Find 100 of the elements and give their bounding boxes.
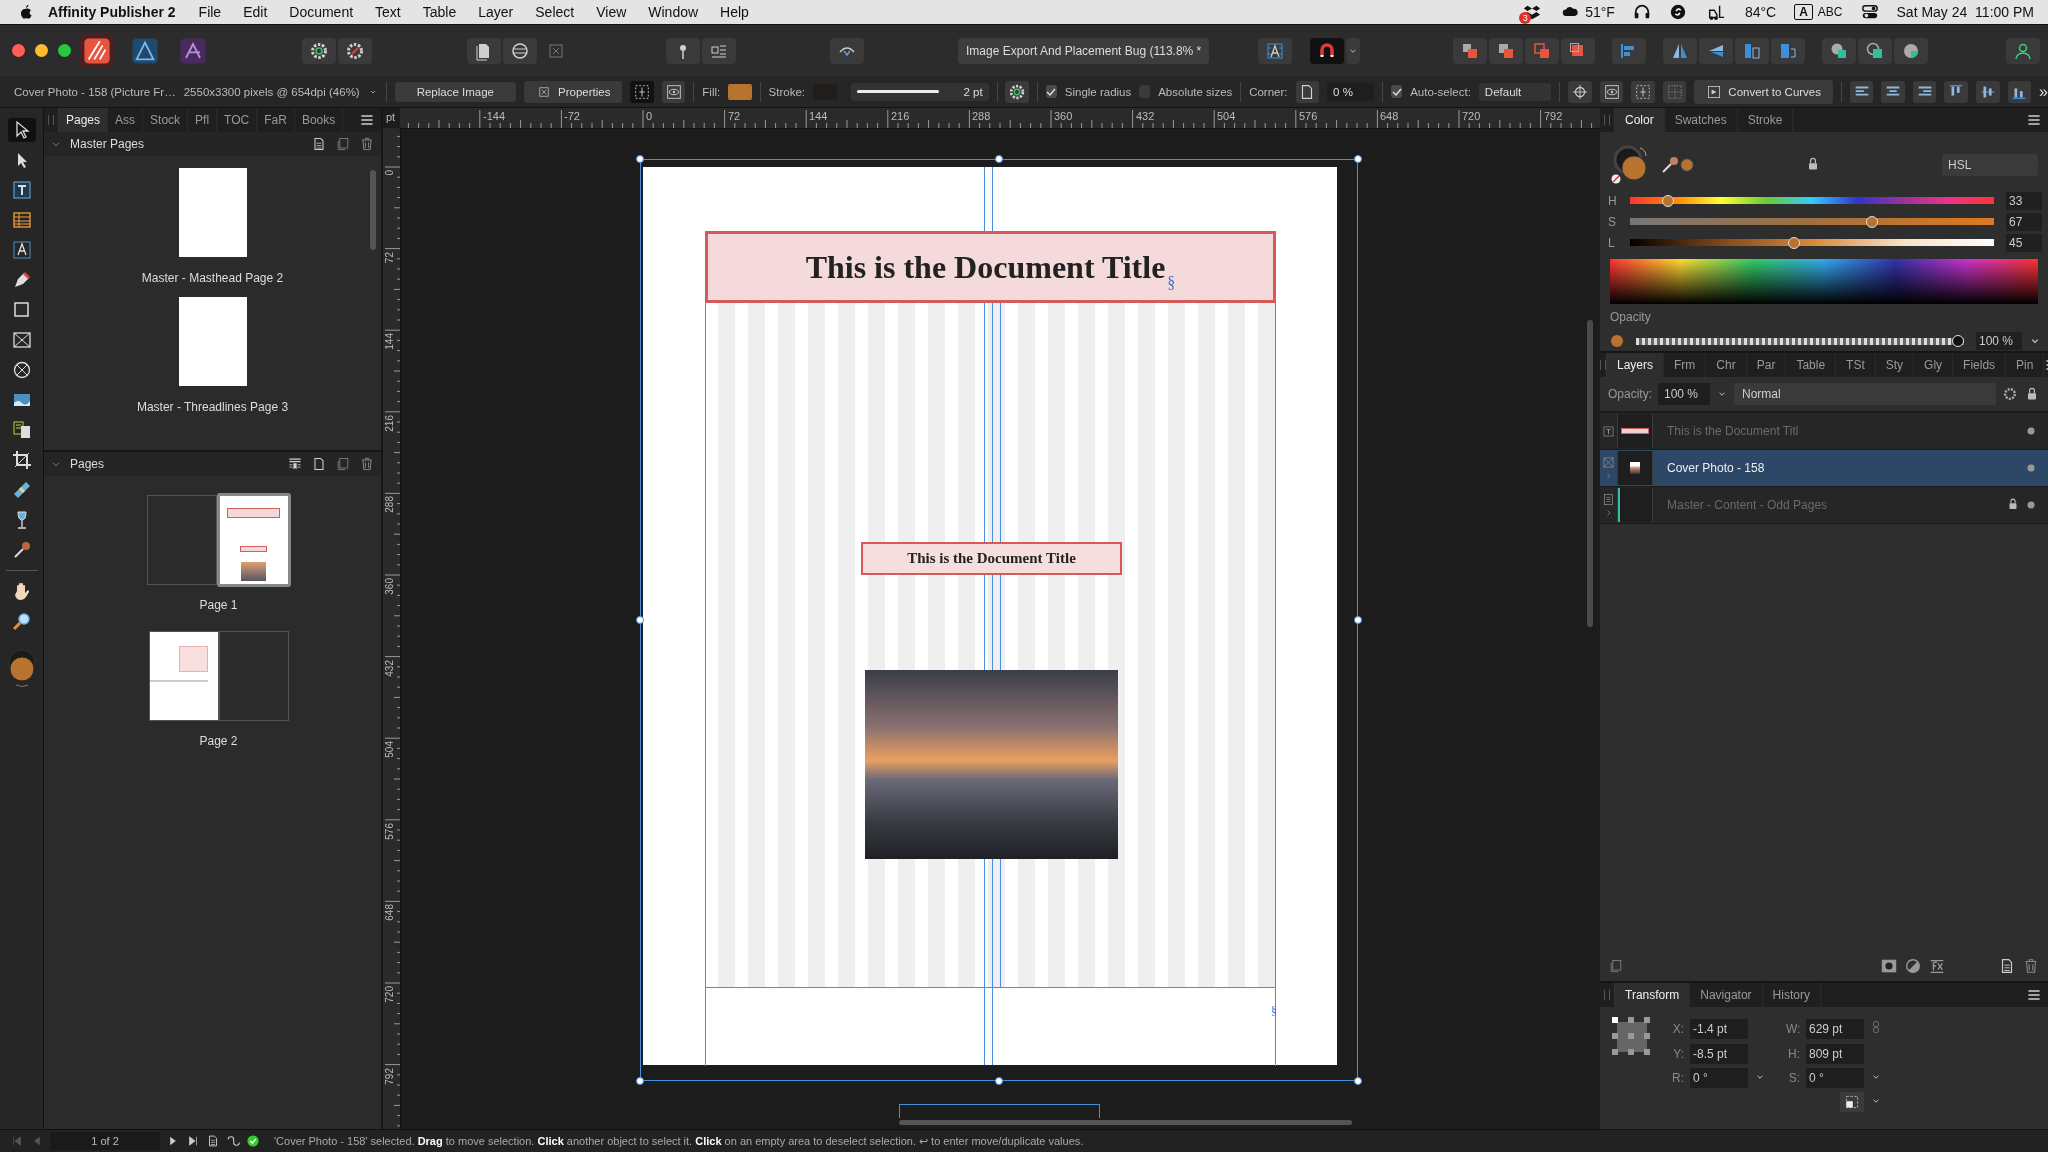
ruler-label: 720 <box>384 986 395 1003</box>
checkbox-label: Absolute sizes <box>1158 85 1233 98</box>
panel-tab[interactable]: Color <box>1615 108 1665 132</box>
section-mark: § <box>1167 274 1176 292</box>
image-info: 2550x3300 pixels @ 654dpi (46%) <box>183 85 360 98</box>
menu-item[interactable]: Window <box>637 4 710 20</box>
ruler-label: 72 <box>384 252 395 264</box>
auto-select-dropdown[interactable]: Default <box>1478 82 1552 101</box>
text-frame[interactable]: This is the Document Title <box>861 542 1122 575</box>
checkbox-label: Auto-select: <box>1410 85 1471 98</box>
field-label: Y: <box>1672 1047 1684 1061</box>
document-tab[interactable]: Image Export And Placement Bug (113.8% * <box>958 37 1210 64</box>
convert-to-curves-button[interactable]: Convert to Curves <box>1694 79 1834 104</box>
input-source-text[interactable]: ABC <box>1817 5 1843 19</box>
layer-row[interactable]: Cover Photo - 158 <box>1600 450 2048 487</box>
ruler-label: 360 <box>384 578 395 595</box>
slider-label: L <box>1608 235 1616 250</box>
layer-name[interactable]: Cover Photo - 158 <box>1667 461 2024 475</box>
value-field[interactable]: -8.5 pt <box>1690 1044 1748 1064</box>
properties-button[interactable]: Properties <box>524 80 623 103</box>
page-label[interactable]: Page 1 <box>199 598 238 612</box>
text-frame[interactable]: This is the Document Title§ <box>705 231 1276 303</box>
subtitle-text: This is the Document Title <box>907 550 1076 567</box>
ruler-label: 216 <box>384 415 395 432</box>
menu-item[interactable]: File <box>187 4 233 20</box>
ruler-label: -72 <box>564 110 580 122</box>
panel-tab[interactable]: Layers <box>1607 353 1665 377</box>
section-mark: § <box>1271 1004 1277 1019</box>
vertical-ruler[interactable]: 0 72 144 216 288 360 432 504 576 648 720 792 <box>383 128 401 1129</box>
menu-item[interactable]: Document <box>278 4 365 20</box>
opacity-field[interactable]: 100 % <box>1658 383 1710 405</box>
panel-tab[interactable]: Pages <box>59 108 109 132</box>
ruler-label: 504 <box>384 741 395 758</box>
master-page-label[interactable]: Master - Masthead Page 2 <box>141 271 284 285</box>
blend-mode-dropdown[interactable]: Normal <box>1734 383 1996 405</box>
value-field[interactable]: 33 <box>2006 191 2042 210</box>
ruler-label: 648 <box>384 904 395 921</box>
corner-field[interactable]: 0 % <box>1327 82 1375 101</box>
ruler-label: 288 <box>972 110 991 122</box>
status-message: 'Cover Photo - 158' selected. Drag to move selection. Click another object to select it. Click on an empty area to deselect selection. ↩ to enter move/duplicate values. <box>274 1134 1084 1148</box>
ruler-label: 360 <box>1054 110 1073 122</box>
value-field[interactable]: 809 pt <box>1806 1044 1864 1064</box>
panel-tab[interactable]: Transform <box>1615 983 1691 1007</box>
ruler-label: 504 <box>1217 110 1236 122</box>
menu-item[interactable]: Table <box>411 4 468 20</box>
field-label: R: <box>1671 1071 1684 1085</box>
value-field[interactable]: -1.4 pt <box>1690 1018 1748 1039</box>
field-label: H: <box>1787 1047 1800 1061</box>
input-source-badge[interactable]: A <box>1794 4 1813 20</box>
stroke-width-field[interactable]: 2 pt <box>850 82 989 101</box>
menu-item[interactable]: Help <box>709 4 760 20</box>
page-label[interactable]: Page 2 <box>199 734 238 748</box>
ruler-label: 792 <box>1544 110 1563 122</box>
field-label: S: <box>1787 1071 1800 1085</box>
menu-item[interactable]: Edit <box>232 4 279 20</box>
opacity-label: Opacity <box>1609 309 1652 326</box>
value-field[interactable]: 100 % <box>1976 332 2022 350</box>
page-number-field[interactable]: 1 of 2 <box>50 1132 160 1150</box>
field-label: X: <box>1671 1021 1684 1036</box>
fill-label: Fill: <box>702 85 721 98</box>
app-menu[interactable]: Affinity Publisher 2 <box>34 4 188 20</box>
stroke-label: Stroke: <box>768 85 805 98</box>
ruler-label: 144 <box>384 333 395 350</box>
replace-image-button[interactable]: Replace Image <box>394 81 516 102</box>
menu-item[interactable]: View <box>585 4 638 20</box>
ruler-label: 0 <box>384 170 395 176</box>
slider-label: S <box>1608 214 1617 229</box>
ruler-label: 432 <box>1136 110 1155 122</box>
color-model-dropdown[interactable]: HSL <box>1942 154 2038 176</box>
field-label: W: <box>1786 1021 1800 1036</box>
more-button[interactable]: » <box>2039 82 2048 101</box>
value-field[interactable]: 0 ° <box>1806 1068 1864 1088</box>
slider-label: H <box>1608 193 1618 208</box>
value-field[interactable]: 0 ° <box>1690 1068 1748 1088</box>
notification-badge: 3 <box>1519 12 1532 24</box>
ruler-label: 576 <box>384 823 395 840</box>
ruler-label: -144 <box>483 110 506 122</box>
menu-item[interactable]: Select <box>524 4 586 20</box>
temperature-text[interactable]: 84°C <box>1744 4 1777 20</box>
section-title: Master Pages <box>70 137 145 151</box>
ruler-label: 792 <box>384 1068 395 1085</box>
ruler-label: 576 <box>1299 110 1318 122</box>
checkbox-label: Single radius <box>1064 85 1132 98</box>
ruler-label: 288 <box>384 496 395 513</box>
ruler-unit: pt <box>386 111 396 123</box>
clock-text[interactable]: Sat May 24 11:00 PM <box>1896 4 2034 20</box>
selection-name: Cover Photo - 158 (Picture Fr… <box>14 85 176 98</box>
weather-text[interactable]: 51°F <box>1585 4 1615 20</box>
value-field[interactable]: 629 pt <box>1806 1018 1864 1039</box>
ruler-label: 72 <box>728 110 741 122</box>
menu-item[interactable]: Layer <box>467 4 525 20</box>
menu-item[interactable]: Text <box>364 4 412 20</box>
corner-label: Corner: <box>1249 85 1288 98</box>
opacity-label: Opacity: <box>1608 387 1652 401</box>
master-page-label[interactable]: Master - Threadlines Page 3 <box>136 400 289 414</box>
ruler-label: 432 <box>384 660 395 677</box>
value-field[interactable]: 45 <box>2006 233 2042 252</box>
ruler-label: 720 <box>1462 110 1481 122</box>
horizontal-ruler[interactable]: -144 -72 0 72 144 216 288 360 432 504 576 648 720 792 <box>400 108 1600 129</box>
value-field[interactable]: 67 <box>2006 212 2042 231</box>
